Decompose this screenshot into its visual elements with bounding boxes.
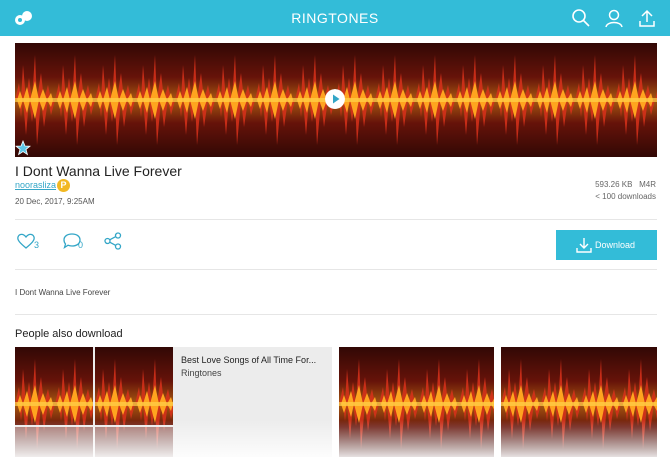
top-bar: RINGTONES	[0, 0, 670, 36]
related-heading: People also download	[15, 328, 123, 340]
download-icon	[576, 238, 592, 253]
author-badge-icon: P	[57, 179, 70, 192]
description: I Dont Wanna Live Forever	[15, 288, 111, 297]
bottom-fade	[0, 420, 670, 460]
download-label: Download	[595, 240, 636, 250]
ringtone-title: I Dont Wanna Live Forever	[15, 163, 182, 179]
divider	[15, 269, 657, 270]
like-count: 3	[34, 240, 40, 250]
author-link[interactable]: noorasliza	[15, 180, 56, 190]
favorite-star-icon[interactable]	[15, 140, 31, 156]
play-button[interactable]	[325, 89, 345, 109]
divider	[15, 219, 657, 220]
related-card-title: Best Love Songs of All Time For...	[181, 355, 317, 365]
file-info: 593.26 KB M4R	[456, 180, 656, 189]
file-format: M4R	[639, 180, 656, 189]
file-size: 593.26 KB	[595, 180, 633, 189]
related-card-subtitle: Ringtones	[181, 368, 222, 378]
page-title: RINGTONES	[291, 10, 379, 26]
share-icon[interactable]	[104, 232, 122, 250]
upload-icon[interactable]	[637, 8, 657, 28]
download-button[interactable]: Download	[556, 230, 657, 260]
like-heart-icon[interactable]	[16, 232, 36, 250]
upload-date: 20 Dec, 2017, 9:25AM	[15, 197, 95, 206]
divider	[15, 314, 657, 315]
search-icon[interactable]	[571, 8, 591, 28]
download-count: < 100 downloads	[595, 192, 656, 201]
comment-count: 0	[78, 240, 84, 250]
user-icon[interactable]	[604, 8, 624, 28]
